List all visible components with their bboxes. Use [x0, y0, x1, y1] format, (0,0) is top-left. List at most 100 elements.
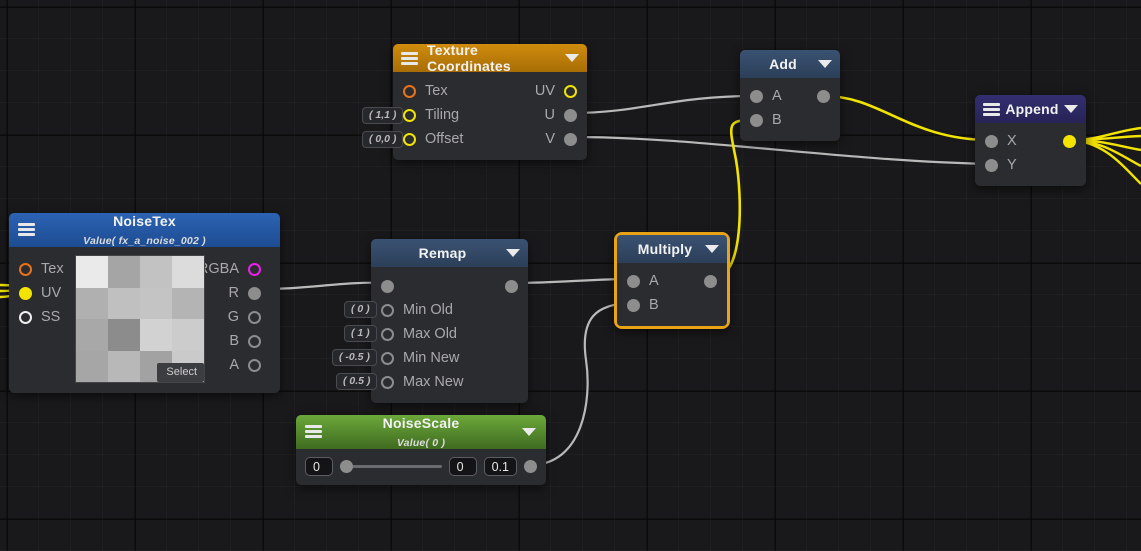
output-port-a[interactable]	[248, 358, 261, 372]
port-row-uv[interactable]: UV	[9, 281, 75, 305]
slider-track[interactable]	[350, 465, 442, 468]
input-port-max-old[interactable]	[381, 327, 394, 341]
output-port-value[interactable]	[817, 89, 830, 103]
slider-knob[interactable]	[340, 460, 353, 473]
port-row-offset[interactable]: Offset V	[393, 127, 587, 151]
input-port-tex[interactable]	[403, 84, 416, 98]
port-row-a[interactable]: A	[617, 269, 727, 293]
node-texture-coordinates[interactable]: Texture Coordinates Tex UV Tiling U Offs…	[362, 42, 587, 160]
input-port-tiling[interactable]	[403, 108, 416, 122]
port-row-tex[interactable]: Tex	[9, 257, 75, 281]
value-tag-max-old[interactable]: ( 1 )	[344, 325, 377, 342]
output-port-r[interactable]	[248, 286, 261, 300]
input-port-max-new[interactable]	[381, 375, 394, 389]
port-row-a[interactable]: A	[740, 84, 840, 108]
node-remap[interactable]: Remap Min Old Max Old Min New Max New (…	[332, 239, 528, 403]
input-port-b[interactable]	[627, 298, 640, 312]
node-noisetex[interactable]: NoiseTex Value( fx_a_noise_002 ) Tex UV …	[9, 213, 280, 393]
node-multiply[interactable]: Multiply A B	[614, 232, 730, 329]
port-row-b[interactable]: B	[740, 108, 840, 132]
chevron-down-icon[interactable]	[506, 249, 520, 257]
port-row-max-new[interactable]: Max New	[371, 370, 528, 394]
chevron-down-icon[interactable]	[818, 60, 832, 68]
hamburger-icon[interactable]	[305, 425, 322, 438]
input-port-uv[interactable]	[19, 286, 32, 300]
chevron-down-icon[interactable]	[705, 245, 719, 253]
thumbnail-cell	[108, 319, 140, 351]
max-input[interactable]: 0.1	[483, 457, 517, 476]
port-row-b[interactable]: B	[617, 293, 727, 317]
port-row-y[interactable]: Y	[975, 153, 1086, 177]
input-label-tiling: Tiling	[425, 107, 460, 123]
input-port-ss[interactable]	[19, 310, 32, 324]
node-title: Add	[769, 56, 797, 72]
output-port-g[interactable]	[248, 310, 261, 324]
input-port-offset[interactable]	[403, 132, 416, 146]
output-port-uv[interactable]	[564, 84, 577, 98]
node-add[interactable]: Add A B	[740, 50, 840, 141]
output-label-g: G	[227, 309, 239, 325]
output-port-value[interactable]	[704, 274, 717, 288]
value-slider[interactable]	[340, 458, 442, 476]
input-port-x[interactable]	[985, 134, 998, 148]
port-row-tex[interactable]: Tex UV	[393, 79, 587, 103]
port-row-main-io[interactable]	[371, 274, 528, 298]
node-header-multiply[interactable]: Multiply	[617, 235, 727, 263]
port-row-max-old[interactable]: Max Old	[371, 322, 528, 346]
value-tag-offset[interactable]: ( 0,0 )	[362, 131, 404, 148]
input-port-b[interactable]	[750, 113, 763, 127]
input-label-offset: Offset	[425, 131, 464, 147]
wire-noisetex-r-to-remap	[265, 281, 388, 291]
port-row-x[interactable]: X	[975, 129, 1086, 153]
output-port-value[interactable]	[1063, 134, 1076, 148]
output-port-b[interactable]	[248, 334, 261, 348]
port-row-min-old[interactable]: Min Old	[371, 298, 528, 322]
texture-preview-thumbnail[interactable]: Select	[75, 255, 205, 383]
port-row-ss[interactable]: SS	[9, 305, 75, 329]
hamburger-icon[interactable]	[401, 51, 418, 65]
input-port-min-new[interactable]	[381, 351, 394, 365]
input-port-value[interactable]	[381, 279, 394, 293]
chevron-down-icon[interactable]	[522, 428, 536, 436]
node-graph-canvas[interactable]: Texture Coordinates Tex UV Tiling U Offs…	[0, 0, 1141, 551]
output-port-value[interactable]	[505, 279, 518, 293]
thumbnail-cell	[172, 319, 204, 351]
port-row-rgba[interactable]: RGBA	[198, 257, 271, 281]
chevron-down-icon[interactable]	[565, 54, 579, 62]
port-row-b[interactable]: B	[205, 329, 271, 353]
select-texture-button[interactable]: Select	[157, 363, 204, 382]
port-row-g[interactable]: G	[205, 305, 271, 329]
node-header-add[interactable]: Add	[740, 50, 840, 78]
node-header-noisetex[interactable]: NoiseTex Value( fx_a_noise_002 )	[9, 213, 280, 247]
node-subtitle: Value( 0 )	[396, 437, 446, 449]
input-port-a[interactable]	[750, 89, 763, 103]
hamburger-icon[interactable]	[18, 223, 35, 236]
hamburger-icon[interactable]	[983, 102, 1000, 116]
value-tag-min-old[interactable]: ( 0 )	[344, 301, 377, 318]
node-header-remap[interactable]: Remap	[371, 239, 528, 267]
node-header-noisescale[interactable]: NoiseScale Value( 0 )	[296, 415, 546, 449]
port-row-tiling[interactable]: Tiling U	[393, 103, 587, 127]
value-tag-min-new[interactable]: ( -0.5 )	[332, 349, 377, 366]
value-tag-max-new[interactable]: ( 0.5 )	[336, 373, 378, 390]
node-append[interactable]: Append X Y	[975, 95, 1086, 186]
input-port-min-old[interactable]	[381, 303, 394, 317]
input-port-y[interactable]	[985, 158, 998, 172]
node-header-append[interactable]: Append	[975, 95, 1086, 123]
port-row-a[interactable]: A	[205, 353, 271, 377]
output-port-v[interactable]	[564, 132, 577, 146]
node-subtitle: Value( fx_a_noise_002 )	[83, 235, 206, 247]
value-tag-tiling[interactable]: ( 1,1 )	[362, 107, 404, 124]
output-port-value[interactable]	[524, 460, 537, 473]
output-port-u[interactable]	[564, 108, 577, 122]
port-row-r[interactable]: R	[205, 281, 271, 305]
output-port-rgba[interactable]	[248, 262, 261, 276]
chevron-down-icon[interactable]	[1064, 105, 1078, 113]
node-noisescale[interactable]: NoiseScale Value( 0 ) 0 0 0.1	[296, 415, 546, 485]
value-input[interactable]: 0	[305, 457, 333, 476]
node-header-texture-coordinates[interactable]: Texture Coordinates	[393, 42, 587, 74]
min-input[interactable]: 0	[448, 457, 477, 476]
input-port-tex[interactable]	[19, 262, 32, 276]
port-row-min-new[interactable]: Min New	[371, 346, 528, 370]
input-port-a[interactable]	[627, 274, 640, 288]
